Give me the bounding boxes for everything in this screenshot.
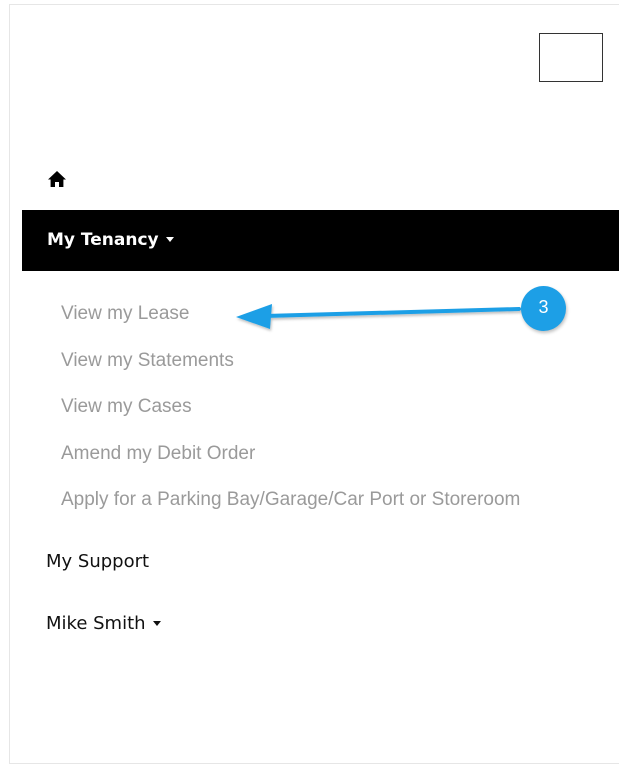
- my-tenancy-menu[interactable]: My Tenancy: [22, 210, 619, 271]
- user-menu[interactable]: Mike Smith: [46, 612, 161, 636]
- view-my-lease-link[interactable]: View my Lease: [61, 302, 190, 326]
- chevron-down-icon: [152, 620, 161, 626]
- my-tenancy-text: My Tenancy: [47, 230, 159, 250]
- my-tenancy-label[interactable]: My Tenancy: [47, 229, 174, 251]
- chevron-down-icon: [165, 236, 174, 242]
- nav-panel: [9, 4, 619, 764]
- view-my-cases-link[interactable]: View my Cases: [61, 395, 192, 419]
- apply-parking-bay-link[interactable]: Apply for a Parking Bay/Garage/Car Port …: [61, 488, 520, 512]
- amend-debit-order-link[interactable]: Amend my Debit Order: [61, 442, 255, 466]
- home-icon[interactable]: [46, 168, 68, 190]
- step-number-badge: 3: [521, 286, 566, 331]
- view-my-statements-link[interactable]: View my Statements: [61, 349, 234, 373]
- menu-toggle-button[interactable]: [539, 33, 603, 82]
- user-name: Mike Smith: [46, 613, 146, 634]
- my-support-link[interactable]: My Support: [46, 550, 149, 574]
